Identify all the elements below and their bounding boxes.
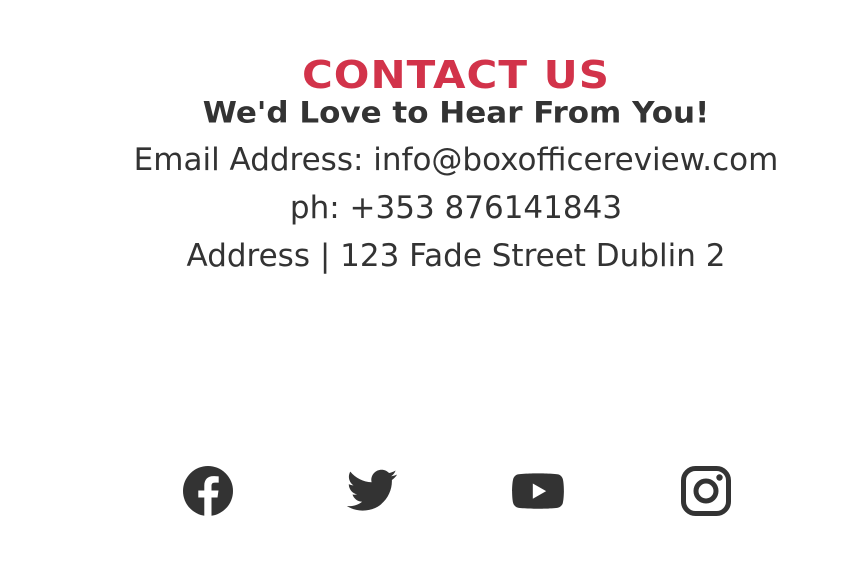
instagram-icon: [681, 466, 731, 516]
youtube-icon: [512, 473, 564, 509]
social-links: [0, 465, 856, 517]
facebook-link[interactable]: [182, 465, 234, 517]
facebook-icon: [183, 466, 233, 516]
page-subtitle: We'd Love to Hear From You!: [202, 95, 710, 131]
postal-address: Address | 123 Fade Street Dublin 2: [186, 238, 726, 274]
phone-number: ph: +353 876141843: [289, 190, 623, 226]
twitter-icon: [346, 469, 397, 511]
twitter-link[interactable]: [346, 465, 398, 517]
instagram-link[interactable]: [680, 465, 732, 517]
email-address: Email Address: info@boxofficereview.com: [133, 142, 779, 178]
contact-section: CONTACT US We'd Love to Hear From You! E…: [0, 50, 856, 280]
page-title: CONTACT US: [301, 52, 611, 98]
youtube-link[interactable]: [512, 465, 564, 517]
